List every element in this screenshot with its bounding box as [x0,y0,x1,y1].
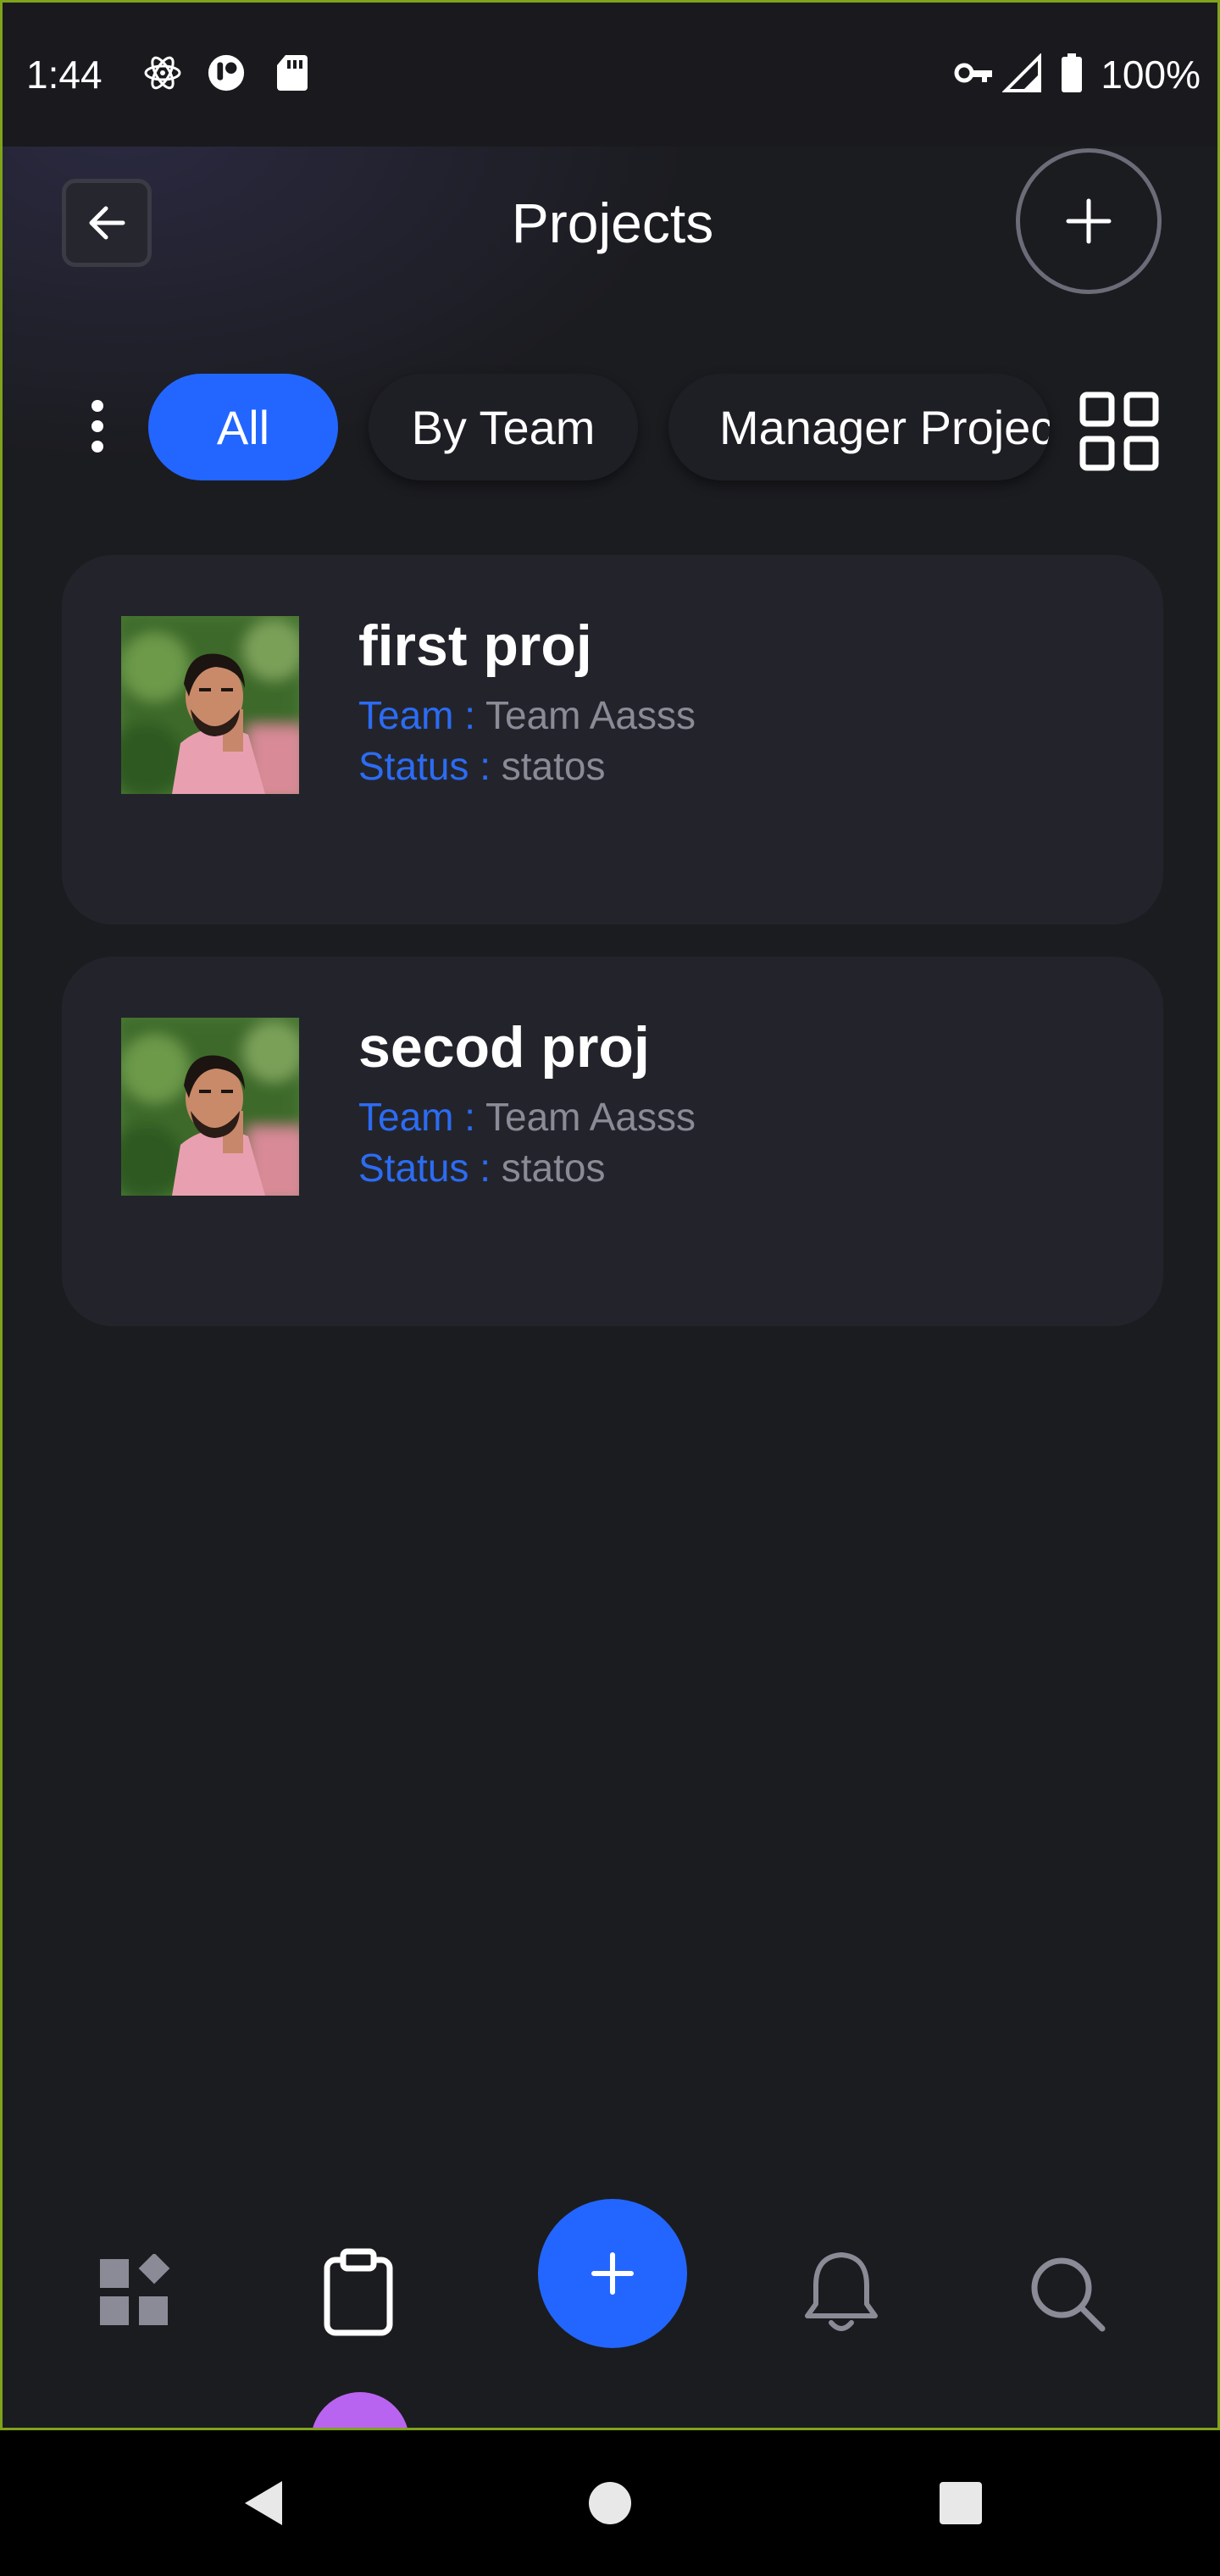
filter-chip-label: By Team [411,400,596,454]
project-team-line: Team : Team Aasss [358,1094,696,1140]
project-name: secod proj [358,1015,650,1080]
project-card[interactable]: first proj Team : Team Aasss Status : st… [62,555,1163,924]
filter-chip-label: All [216,400,270,454]
signal-icon [1002,53,1041,92]
status-time: 1:44 [26,53,103,97]
square-recents-icon [940,2482,982,2524]
team-label: Team : [358,693,476,737]
profile-photo [121,616,299,794]
bell-icon [805,2252,878,2331]
sd-card-icon [277,55,308,91]
filter-chip-manager-projects[interactable]: Manager Projec [668,374,1050,480]
filter-chip-label: Manager Projec [719,400,1050,454]
nav-dashboard[interactable] [92,2250,177,2334]
team-label: Team : [358,1095,476,1139]
status-label: Status : [358,1146,491,1190]
nav-notifications[interactable] [799,2241,884,2343]
system-home-button[interactable] [568,2430,652,2576]
battery-icon [1062,53,1082,92]
system-recents-button[interactable] [918,2430,1003,2576]
triangle-back-icon [245,2481,282,2525]
battery-percentage: 100% [1101,53,1201,97]
nav-add-button[interactable] [538,2199,687,2348]
add-project-button[interactable] [1016,148,1162,294]
circle-home-icon [589,2482,631,2524]
project-card[interactable]: secod proj Team : Team Aasss Status : st… [62,957,1163,1326]
plus-icon [591,2252,634,2295]
status-value: statos [501,1146,606,1190]
search-icon [1031,2257,1106,2332]
nav-projects[interactable] [316,2241,401,2343]
team-value: Team Aasss [485,1095,696,1139]
dashboard-icon [100,2254,170,2325]
grid-view-icon[interactable] [1079,391,1160,472]
tracker-icon [208,54,245,92]
project-name: first proj [358,613,592,678]
clipboard-icon [324,2248,393,2336]
profile-photo [121,1018,299,1196]
more-vertical-icon[interactable] [84,399,111,453]
app-screen: 1:44 100% Projects All By Team Manager P… [0,0,1220,2430]
team-value: Team Aasss [485,693,696,737]
status-value: statos [501,744,606,788]
project-team-line: Team : Team Aasss [358,692,696,738]
nav-search[interactable] [1024,2246,1109,2340]
system-back-button[interactable] [220,2430,305,2576]
project-status-line: Status : statos [358,743,605,789]
project-thumbnail [121,616,299,794]
status-label: Status : [358,744,491,788]
filter-chip-all[interactable]: All [148,374,338,480]
system-navigation-bar [0,2430,1220,2576]
plus-icon [1066,198,1112,244]
project-thumbnail [121,1018,299,1196]
project-status-line: Status : statos [358,1145,605,1191]
atom-icon [144,56,181,90]
filter-chip-by-team[interactable]: By Team [369,374,638,480]
vpn-key-icon [954,63,992,83]
status-bar: 1:44 100% [3,3,1217,147]
